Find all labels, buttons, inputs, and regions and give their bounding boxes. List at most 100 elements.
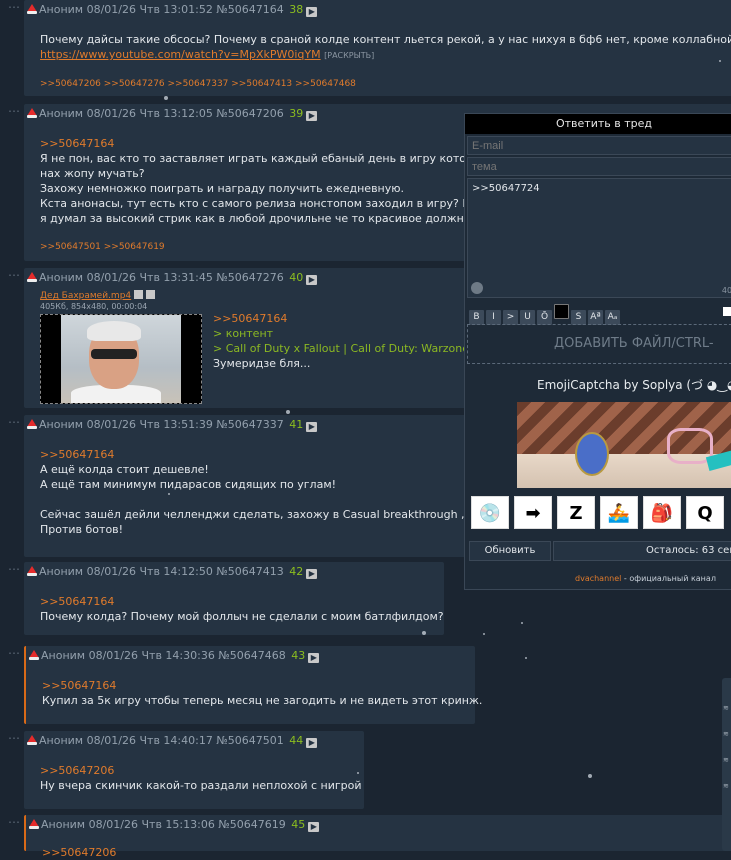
post-replies[interactable]: >>50647501 >>50647619 [40,242,165,252]
post-menu-dots[interactable]: ⋯ [8,562,21,576]
post-text-line: Захожу немножко поиграть и награду получ… [40,182,405,195]
rowboat-icon[interactable]: 🚣 [600,496,638,529]
italic-button[interactable]: I [486,310,501,325]
post-menu-dots[interactable]: ⋯ [8,815,21,829]
post-menu-arrow-icon[interactable]: ▶ [306,422,318,432]
strikethrough-button[interactable]: S [571,310,586,325]
post-menu-dots[interactable]: ⋯ [8,0,21,14]
santa-hat-icon [28,649,40,661]
email-field[interactable] [467,136,731,155]
snowflake [588,774,592,778]
post: Аноним 08/01/26 Чтв 14:40:17 №50647501 4… [24,731,364,809]
reply-ref-link[interactable]: >>50647206 [40,763,362,778]
post-menu-dots[interactable]: ⋯ [8,415,21,429]
emoji-icon[interactable] [471,282,483,294]
reply-form-title[interactable]: Ответить в тред [465,114,731,134]
post-menu-dots[interactable]: ⋯ [8,268,21,282]
post-date: 08/01/26 Чтв 13:01:52 [86,3,213,16]
santa-hat-icon [26,271,38,283]
post-menu-arrow-icon[interactable]: ▶ [306,569,318,579]
download-icon[interactable] [146,290,156,299]
post-number[interactable]: №50647337 [216,418,283,431]
post-author: Аноним [39,271,84,284]
file-name-link[interactable]: Дед Бахрамей.mp4 [40,291,131,301]
message-textarea[interactable]: >>50647724 40М [467,178,731,298]
post-number[interactable]: №50647619 [218,818,285,831]
letter-q-icon[interactable]: Q [686,496,724,529]
post-number[interactable]: №50647164 [216,3,283,16]
thumbnail-glasses [91,349,137,359]
post-position: 43 [291,649,306,662]
overline-button[interactable]: Ō [537,310,552,325]
post-menu-arrow-icon[interactable]: ▶ [308,653,320,663]
snowflake [483,633,485,635]
greentext: > контент [213,327,274,340]
quote-button[interactable]: > [503,310,518,325]
snowflake [422,631,426,635]
file-meta: 405Кб, 854x480, 00:00:04 [40,302,148,311]
post-text-line: Купил за 5к игру чтобы теперь месяц не з… [42,694,483,707]
post-header: Аноним 08/01/26 Чтв 13:12:05 №50647206 3… [26,107,318,121]
snowflake [521,622,523,624]
reply-ref-link[interactable]: >>50647164 [40,447,482,462]
post-header: Аноним 08/01/26 Чтв 14:40:17 №50647501 4… [26,734,318,748]
post-number[interactable]: №50647501 [216,734,283,747]
bold-button[interactable]: B [469,310,484,325]
post-text-line: Ну вчера скинчик какой-то раздали неплох… [40,779,362,792]
greentext: > Call of Duty x Fallout | Call of Duty:… [213,342,469,355]
post-position: 41 [289,418,304,431]
post-menu-arrow-icon[interactable]: ▶ [306,275,318,285]
message-text: >>50647724 [472,183,540,194]
arrow-right-icon[interactable]: ➡ [514,496,552,529]
post-number[interactable]: №50647468 [218,649,285,662]
post-menu-dots[interactable]: ⋯ [8,731,21,745]
santa-hat-icon [28,818,40,830]
sage-checkbox[interactable] [723,307,731,316]
underline-button[interactable]: U [520,310,535,325]
post-date: 08/01/26 Чтв 13:12:05 [86,107,213,120]
side-panel-handle[interactable]: ≋ ≋ ≋ ≋ [722,678,731,851]
post-author: Аноним [39,418,84,431]
post-position: 44 [289,734,304,747]
search-image-icon[interactable] [134,290,144,299]
expand-link[interactable]: [РАСКРЫТЬ] [324,51,374,60]
post-menu-dots[interactable]: ⋯ [8,646,21,660]
post-menu-arrow-icon[interactable]: ▶ [306,111,318,121]
channel-link[interactable]: dvachannel [575,574,621,583]
add-file-dropzone[interactable]: ДОБАВИТЬ ФАЙЛ/CTRL- [467,324,731,364]
backpack-icon[interactable]: 🎒 [643,496,681,529]
superscript-button[interactable]: Aª [588,310,603,325]
reply-ref-link[interactable]: >>50647164 [213,311,469,326]
post-replies[interactable]: >>50647206 >>50647276 >>50647337 >>50647… [40,79,356,89]
reply-ref-link[interactable]: >>50647164 [42,678,482,693]
subject-field[interactable] [467,157,731,176]
post-date: 08/01/26 Чтв 13:51:39 [86,418,213,431]
post-menu-arrow-icon[interactable]: ▶ [306,738,318,748]
post-position: 39 [289,107,304,120]
youtube-link[interactable]: https://www.youtube.com/watch?v=MpXkPW0i… [40,48,321,61]
side-panel-mark: ≋ [723,704,729,712]
post-menu-dots[interactable]: ⋯ [8,104,21,118]
side-panel-mark: ≋ [723,782,729,790]
reply-ref-link[interactable]: >>50647206 [42,845,116,860]
post-number[interactable]: №50647413 [216,565,283,578]
post-body: Почему дайсы такие обсосы? Почему в сран… [40,32,731,63]
side-panel-mark: ≋ [723,730,729,738]
channel-suffix: - официальный канал [621,574,716,583]
letter-z-icon[interactable]: Z [557,496,595,529]
spoiler-button[interactable] [554,304,569,319]
markup-toolbar: B I > U Ō S Aª Aₐ [469,304,622,325]
santa-hat-icon [26,107,38,119]
reply-ref-link[interactable]: >>50647164 [40,136,490,151]
disc-icon[interactable]: 💿 [471,496,509,529]
video-thumbnail[interactable] [40,314,202,404]
post-menu-arrow-icon[interactable]: ▶ [306,7,318,17]
subscript-button[interactable]: Aₐ [605,310,620,325]
post-number[interactable]: №50647276 [216,271,283,284]
post-header: Аноним 08/01/26 Чтв 14:30:36 №50647468 4… [28,649,320,663]
captcha-refresh-button[interactable]: Обновить [469,541,551,561]
post-number[interactable]: №50647206 [216,107,283,120]
reply-ref-link[interactable]: >>50647164 [40,594,444,609]
snowflake [164,96,168,100]
post-menu-arrow-icon[interactable]: ▶ [308,822,320,832]
